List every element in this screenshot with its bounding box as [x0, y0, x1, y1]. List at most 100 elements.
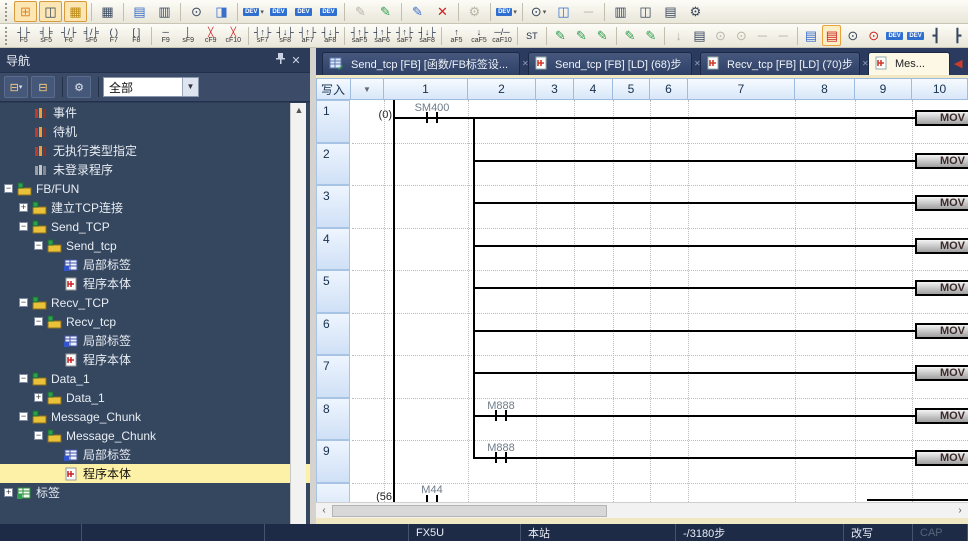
- contact-tick[interactable]: [426, 495, 428, 502]
- device-batch-icon[interactable]: DEV: [317, 1, 340, 22]
- device-display-icon[interactable]: DEV▾: [495, 1, 518, 22]
- tree-item-Send_TCP[interactable]: −Send_TCP: [0, 217, 310, 236]
- tree-item-标签[interactable]: +标签: [0, 483, 310, 502]
- copy-document-icon[interactable]: ▤: [690, 25, 709, 46]
- device-transfer-icon[interactable]: DEV: [906, 25, 925, 46]
- delete-hline-button[interactable]: ╳cF9: [200, 25, 221, 47]
- find-document-icon[interactable]: ⊙: [711, 25, 730, 46]
- settings-gear-icon[interactable]: ⚙: [67, 76, 91, 98]
- collapse-icon[interactable]: −: [19, 374, 28, 383]
- online-operation-icon[interactable]: ✎: [349, 1, 372, 22]
- scrollbar-thumb[interactable]: [332, 505, 607, 517]
- collapse-icon[interactable]: −: [19, 222, 28, 231]
- row-number-cell[interactable]: [316, 483, 350, 502]
- instruction-box[interactable]: MOV: [915, 110, 968, 126]
- row-number-cell[interactable]: 4: [316, 228, 350, 271]
- window-rotate-icon[interactable]: ◫: [634, 1, 657, 22]
- expand-icon[interactable]: +: [19, 203, 28, 212]
- open-branch-button[interactable]: ╡╞sF5: [36, 25, 57, 47]
- horizontal-scrollbar[interactable]: ‹ ›: [316, 502, 968, 518]
- contact-tick[interactable]: [495, 452, 497, 463]
- delete-line-icon[interactable]: ─: [774, 25, 793, 46]
- expand-icon[interactable]: +: [4, 488, 13, 497]
- program-editor-icon[interactable]: ▤: [128, 1, 151, 22]
- falling-pulse-branch-button[interactable]: ┤↓├aF8: [320, 25, 341, 47]
- close-contact-button[interactable]: ┤/├F6: [58, 25, 79, 47]
- pulse-close-branch-button[interactable]: ┤↓├saF8: [417, 25, 438, 47]
- edit-contact-comment-icon[interactable]: ✎: [551, 25, 570, 46]
- project-tree-icon[interactable]: ⊞: [14, 1, 37, 22]
- ladder-canvas[interactable]: 1(0)MOVSM4002MOV3MOV4MOV5MOV6MOV7MOV8MOV…: [316, 100, 968, 502]
- collapse-icon[interactable]: −: [34, 241, 43, 250]
- falling-pulse-button[interactable]: ┤↓├sF8: [275, 25, 296, 47]
- tree-item-无执行类型指定[interactable]: 无执行类型指定: [0, 141, 310, 160]
- display-lines-active-icon[interactable]: ▤: [822, 25, 841, 46]
- document-tab-3[interactable]: Recv_tcp [FB] [LD] (70)步: [700, 52, 860, 75]
- row-number-cell[interactable]: 9: [316, 440, 350, 483]
- parameter-setting-icon[interactable]: ▦: [64, 1, 87, 22]
- row-number-cell[interactable]: 2: [316, 143, 350, 186]
- rising-pulse-branch-button[interactable]: ┤↑├aF7: [297, 25, 318, 47]
- tree-item-Send_tcp[interactable]: −Send_tcp: [0, 236, 310, 255]
- contact-tick[interactable]: [505, 452, 507, 463]
- module-configuration-icon[interactable]: ▦: [96, 1, 119, 22]
- mode-dropdown-icon[interactable]: ▼: [351, 78, 384, 100]
- pulse-close-button[interactable]: ┤↑├saF6: [372, 25, 393, 47]
- collapse-icon[interactable]: −: [4, 184, 13, 193]
- tree-item-程序本体[interactable]: 程序本体: [0, 274, 310, 293]
- find-icon[interactable]: ⊙: [185, 1, 208, 22]
- horizontal-line-button[interactable]: ─F9: [155, 25, 176, 47]
- form-view-icon[interactable]: ▥: [609, 1, 632, 22]
- edit-coil-icon[interactable]: ✎: [593, 25, 612, 46]
- label-editor-icon[interactable]: ▥: [153, 1, 176, 22]
- tree-item-程序本体[interactable]: 程序本体: [0, 464, 310, 483]
- zoom-icon[interactable]: ⊙▾: [527, 1, 550, 22]
- tree-item-建立TCP连接[interactable]: +建立TCP连接: [0, 198, 310, 217]
- collapse-icon[interactable]: −: [19, 298, 28, 307]
- row-number-cell[interactable]: 5: [316, 270, 350, 313]
- document-tab-4[interactable]: Mes...: [868, 52, 950, 75]
- io-check-icon[interactable]: ✕: [431, 1, 454, 22]
- contact-tick[interactable]: [436, 112, 438, 123]
- tree-display-mode-button[interactable]: ⊟▾: [4, 76, 28, 98]
- contact-tick[interactable]: [426, 112, 428, 123]
- application-instruction-button[interactable]: [ ]F8: [126, 25, 147, 47]
- contact-tick[interactable]: [436, 495, 438, 502]
- edit-coil-open-icon[interactable]: ✎: [572, 25, 591, 46]
- contact-tick[interactable]: [495, 410, 497, 421]
- indent-left-icon[interactable]: ┫: [927, 25, 946, 46]
- instruction-box[interactable]: MOV: [915, 323, 968, 339]
- device-replace-icon[interactable]: DEV: [292, 1, 315, 22]
- collapse-all-button[interactable]: ⊟: [31, 76, 55, 98]
- instruction-box[interactable]: MOV: [915, 153, 968, 169]
- close-branch-button[interactable]: ╡/╞sF6: [81, 25, 102, 47]
- delete-vline-button[interactable]: ╳cF10: [223, 25, 244, 47]
- find-document-next-icon[interactable]: ⊙: [732, 25, 751, 46]
- monitor-window-icon[interactable]: ◫: [39, 1, 62, 22]
- tree-item-Data_1[interactable]: −Data_1: [0, 369, 310, 388]
- open-contact-button[interactable]: ┤├F5: [13, 25, 34, 47]
- disabled-tool-icon[interactable]: ⚙: [463, 1, 486, 22]
- instruction-box[interactable]: MOV: [915, 195, 968, 211]
- label-pencil-icon[interactable]: ✎: [406, 1, 429, 22]
- tree-item-程序本体[interactable]: 程序本体: [0, 350, 310, 369]
- rising-pulse-button[interactable]: ┤↑├sF7: [252, 25, 273, 47]
- pulse-open-branch-button[interactable]: ┤↑├saF7: [394, 25, 415, 47]
- tree-item-未登录程序[interactable]: 未登录程序: [0, 160, 310, 179]
- document-tab-2[interactable]: Send_tcp [FB] [LD] (68)步: [528, 52, 692, 75]
- tree-item-FB/FUN[interactable]: −FB/FUN: [0, 179, 310, 198]
- collapse-icon[interactable]: −: [34, 431, 43, 440]
- window-list-icon[interactable]: ▤: [659, 1, 682, 22]
- tab-scroll-left-icon[interactable]: ◀: [954, 57, 962, 70]
- tree-item-待机[interactable]: 待机: [0, 122, 310, 141]
- device-memory-icon[interactable]: DEV: [267, 1, 290, 22]
- chevron-down-icon[interactable]: ▼: [182, 78, 198, 96]
- zoom-document-icon[interactable]: ⊙: [843, 25, 862, 46]
- close-icon[interactable]: ✕: [288, 54, 304, 67]
- tree-item-Message_Chunk[interactable]: −Message_Chunk: [0, 407, 310, 426]
- tree-item-Recv_TCP[interactable]: −Recv_TCP: [0, 293, 310, 312]
- contact-tick[interactable]: [505, 410, 507, 421]
- vertical-line-button[interactable]: │sF9: [178, 25, 199, 47]
- row-number-cell[interactable]: 3: [316, 185, 350, 228]
- filter-dropdown[interactable]: 全部 ▼: [103, 77, 199, 97]
